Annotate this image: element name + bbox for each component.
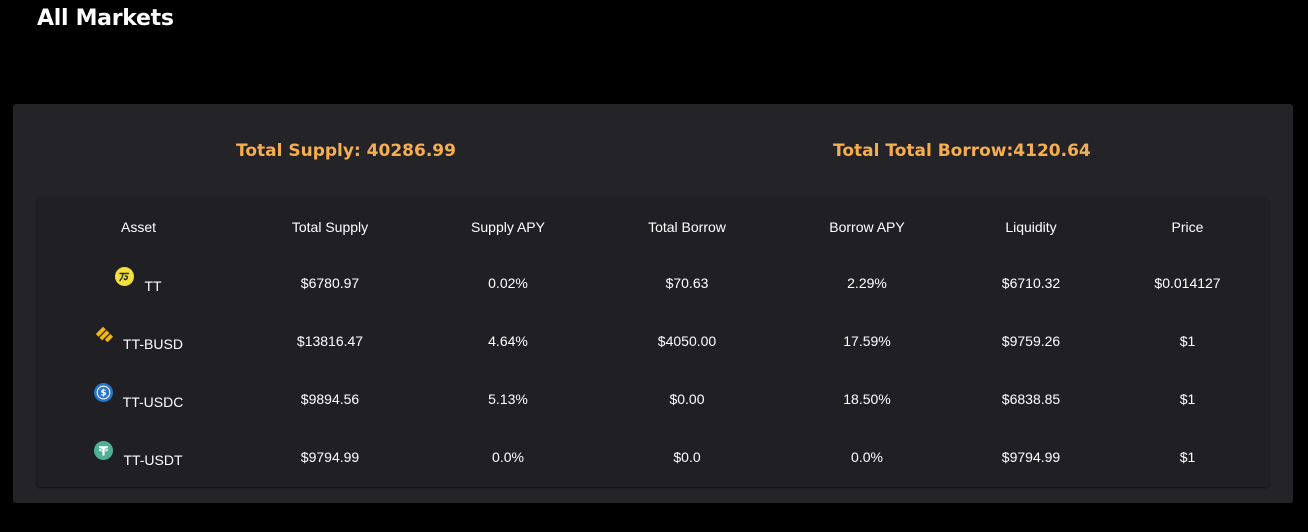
total-borrow-value: $0.00 [669,391,705,407]
total-supply-summary: Total Supply: 40286.99 [236,141,456,161]
total-borrow-value: $4050.00 [657,333,717,349]
table-row[interactable]: TT-USDT $9794.99 0.0% $0.0 0.0% $9794.99… [37,428,1269,486]
price-value: $1 [1179,333,1196,349]
supply-apy-value: 5.13% [488,391,528,407]
price-value: $1 [1179,391,1196,407]
markets-panel: Total Supply: 40286.99 Total Total Borro… [13,104,1293,503]
header-price: Price [1171,218,1204,235]
header-total-supply: Total Supply [291,218,369,235]
borrow-apy-value: 0.0% [851,449,883,465]
liquidity-value: $6710.32 [1001,275,1061,291]
supply-apy-value: 4.64% [488,333,528,349]
asset-cell: TT [37,254,240,312]
table-row[interactable]: TT $6780.97 0.02% $70.63 2.29% $6710.32 … [37,254,1269,312]
svg-text:$: $ [100,388,106,398]
asset-name: TT-USDT [123,451,183,468]
borrow-apy-value: 18.50% [843,391,891,407]
price-value: $0.014127 [1154,275,1221,291]
usdc-token-icon: $ [93,382,113,402]
header-total-borrow: Total Borrow [648,218,726,235]
borrow-apy-value: 17.59% [843,333,891,349]
tt-token-icon [115,266,135,286]
liquidity-value: $9759.26 [1001,333,1061,349]
total-borrow-summary: Total Total Borrow:4120.64 [833,141,1091,161]
supply-apy-value: 0.02% [488,275,528,291]
totals-summary: Total Supply: 40286.99 Total Total Borro… [13,104,1293,200]
table-header-row: Asset Total Supply Supply APY Total Borr… [37,197,1269,254]
header-liquidity: Liquidity [1005,218,1057,235]
asset-name: TT-BUSD [123,335,183,352]
table-row[interactable]: TT-BUSD $13816.47 4.64% $4050.00 17.59% … [37,312,1269,370]
liquidity-value: $9794.99 [1001,449,1061,465]
page-title: All Markets [37,6,174,31]
liquidity-value: $6838.85 [1001,391,1061,407]
price-value: $1 [1179,449,1196,465]
total-supply-value: $9794.99 [300,449,360,465]
total-borrow-value: $70.63 [665,275,709,291]
header-asset: Asset [120,218,156,235]
asset-cell: $ TT-USDC [37,370,240,428]
asset-cell: TT-USDT [37,428,240,486]
total-supply-value: $6780.97 [300,275,360,291]
busd-token-icon [94,325,114,344]
table-row[interactable]: $ TT-USDC $9894.56 5.13% $0.00 18.50% $6… [37,370,1269,428]
header-borrow-apy: Borrow APY [829,218,905,235]
supply-apy-value: 0.0% [492,449,524,465]
total-borrow-value: $0.0 [673,449,701,465]
markets-table-container: Asset Total Supply Supply APY Total Borr… [37,197,1269,487]
borrow-apy-value: 2.29% [847,275,887,291]
asset-name: TT-USDC [122,393,184,410]
markets-table: Asset Total Supply Supply APY Total Borr… [37,197,1269,486]
total-supply-value: $9894.56 [300,391,360,407]
usdt-token-icon [94,440,114,460]
total-supply-value: $13816.47 [296,333,364,349]
asset-cell: TT-BUSD [37,312,240,370]
header-supply-apy: Supply APY [471,218,545,235]
asset-name: TT [144,277,162,294]
